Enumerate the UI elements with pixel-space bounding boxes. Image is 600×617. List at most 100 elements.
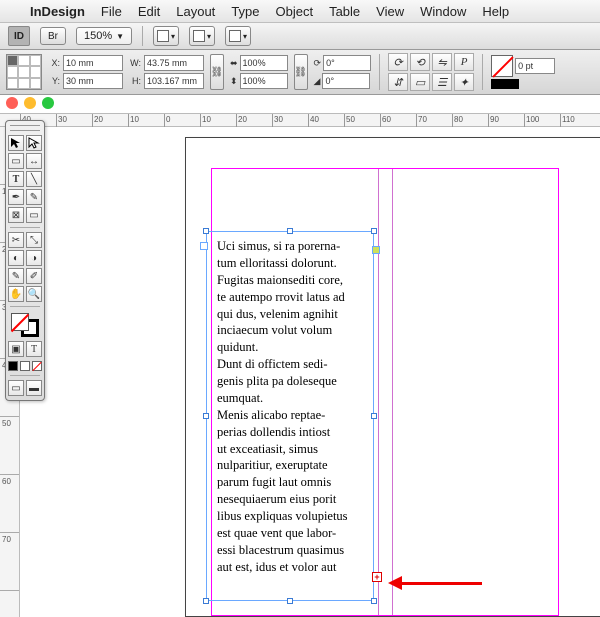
distribute-button[interactable]: ☰ bbox=[432, 73, 452, 91]
transform-tools-group: ⟳ ⟲ ⇋ P ⇵ ▭ ☰ ✦ bbox=[388, 53, 474, 91]
menu-file[interactable]: File bbox=[101, 4, 122, 19]
close-window-button[interactable] bbox=[6, 97, 18, 109]
hand-tool[interactable]: ✋ bbox=[8, 286, 24, 302]
rotate-cw-button[interactable]: ⟳ bbox=[388, 53, 408, 71]
overset-text-indicator[interactable]: + bbox=[372, 572, 382, 582]
shear-field[interactable]: 0° bbox=[322, 73, 370, 89]
gradient-feather-tool[interactable]: ◑ bbox=[26, 250, 42, 266]
frame-handle[interactable] bbox=[371, 228, 377, 234]
bridge-button[interactable]: Br bbox=[40, 27, 66, 45]
flip-h-button[interactable]: ⇋ bbox=[432, 53, 452, 71]
pen-tool[interactable]: ✒ bbox=[8, 189, 24, 205]
frame-handle[interactable] bbox=[287, 228, 293, 234]
menu-table[interactable]: Table bbox=[329, 4, 360, 19]
apply-color-button[interactable] bbox=[8, 361, 18, 371]
divider bbox=[10, 375, 40, 376]
screen-mode-dropdown[interactable] bbox=[189, 26, 215, 46]
text-out-port-top[interactable] bbox=[372, 246, 380, 254]
divider bbox=[10, 306, 40, 307]
note-tool[interactable]: ✎ bbox=[8, 268, 24, 284]
stroke-style-dropdown[interactable] bbox=[491, 79, 519, 89]
reference-point-selector[interactable] bbox=[6, 54, 42, 90]
text-frame-content: Uci simus, si ra porerna- tum elloritass… bbox=[207, 232, 373, 576]
rotation-field[interactable]: 0° bbox=[323, 55, 371, 71]
app-name[interactable]: InDesign bbox=[30, 4, 85, 19]
frame-handle[interactable] bbox=[203, 413, 209, 419]
rectangle-frame-tool[interactable]: ⊠ bbox=[8, 207, 24, 223]
effects-button[interactable]: ✦ bbox=[454, 73, 474, 91]
page-tool[interactable]: ▭ bbox=[8, 153, 24, 169]
constrain-scale-toggle[interactable]: ⛓ bbox=[294, 54, 308, 90]
screen-icon bbox=[193, 30, 205, 42]
menu-layout[interactable]: Layout bbox=[176, 4, 215, 19]
menu-window[interactable]: Window bbox=[420, 4, 466, 19]
frame-handle[interactable] bbox=[371, 598, 377, 604]
divider bbox=[10, 227, 40, 228]
zoom-level-dropdown[interactable]: 150%▼ bbox=[76, 27, 132, 45]
annotation-arrow bbox=[388, 576, 482, 590]
tools-panel[interactable]: ▭ ↔ T ╲ ✒ ✎ ⊠ ▭ ✂ ⤡ ◐ ◑ ✎ ✐ ✋ 🔍 ▣ T bbox=[5, 120, 45, 401]
rectangle-tool[interactable]: ▭ bbox=[26, 207, 42, 223]
w-label: W: bbox=[129, 58, 141, 68]
scale-x-field[interactable]: 100% bbox=[240, 55, 288, 71]
divider bbox=[379, 54, 380, 90]
constrain-wh-toggle[interactable]: ⛓ bbox=[210, 54, 224, 90]
menu-type[interactable]: Type bbox=[231, 4, 259, 19]
chevron-down-icon: ▼ bbox=[116, 32, 124, 41]
view-options-dropdown[interactable] bbox=[153, 26, 179, 46]
eyedropper-tool[interactable]: ✐ bbox=[26, 268, 42, 284]
scale-y-field[interactable]: 100% bbox=[240, 73, 288, 89]
pencil-tool[interactable]: ✎ bbox=[26, 189, 42, 205]
w-field[interactable]: 43.75 mm bbox=[144, 55, 204, 71]
gradient-tool[interactable]: ◐ bbox=[8, 250, 24, 266]
frame-handle[interactable] bbox=[203, 228, 209, 234]
fill-stroke-swatch[interactable] bbox=[11, 313, 39, 337]
x-field[interactable]: 10 mm bbox=[63, 55, 123, 71]
fill-swatch[interactable] bbox=[491, 55, 513, 77]
zoom-tool[interactable]: 🔍 bbox=[26, 286, 42, 302]
scale-y-icon: ⬍ bbox=[230, 76, 238, 87]
frame-handle[interactable] bbox=[371, 413, 377, 419]
formatting-text-toggle[interactable]: T bbox=[26, 341, 42, 357]
shear-icon: ◢ bbox=[314, 76, 321, 87]
column-guide bbox=[378, 169, 379, 615]
h-label: H: bbox=[129, 76, 141, 86]
rotate-ccw-button[interactable]: ⟲ bbox=[410, 53, 430, 71]
selection-tool[interactable] bbox=[8, 135, 24, 151]
view-mode-normal[interactable]: ▭ bbox=[8, 380, 24, 396]
y-label: Y: bbox=[48, 76, 60, 86]
minimize-window-button[interactable] bbox=[24, 97, 36, 109]
menu-edit[interactable]: Edit bbox=[138, 4, 160, 19]
stroke-weight-field[interactable]: 0 pt bbox=[515, 58, 555, 74]
arrange-dropdown[interactable] bbox=[225, 26, 251, 46]
apply-none-button[interactable] bbox=[32, 361, 42, 371]
divider bbox=[482, 54, 483, 90]
type-tool[interactable]: T bbox=[8, 171, 24, 187]
formatting-container-toggle[interactable]: ▣ bbox=[8, 341, 24, 357]
text-frame[interactable]: Uci simus, si ra porerna- tum elloritass… bbox=[206, 231, 374, 601]
canvas[interactable]: Uci simus, si ra porerna- tum elloritass… bbox=[20, 127, 600, 617]
direct-selection-tool[interactable] bbox=[26, 135, 42, 151]
view-mode-preview[interactable]: ▬ bbox=[26, 380, 42, 396]
scissors-tool[interactable]: ✂ bbox=[8, 232, 24, 248]
gap-tool[interactable]: ↔ bbox=[26, 153, 42, 169]
frame-handle[interactable] bbox=[203, 598, 209, 604]
flip-v-button[interactable]: ⇵ bbox=[388, 73, 408, 91]
menu-object[interactable]: Object bbox=[276, 4, 314, 19]
menu-view[interactable]: View bbox=[376, 4, 404, 19]
line-tool[interactable]: ╲ bbox=[26, 171, 42, 187]
fill-color[interactable] bbox=[11, 313, 29, 331]
column-guide bbox=[392, 169, 393, 615]
frame-handle[interactable] bbox=[287, 598, 293, 604]
char-style-p[interactable]: P bbox=[454, 53, 474, 71]
panel-grip[interactable] bbox=[10, 125, 40, 131]
y-field[interactable]: 30 mm bbox=[63, 73, 123, 89]
zoom-window-button[interactable] bbox=[42, 97, 54, 109]
free-transform-tool[interactable]: ⤡ bbox=[26, 232, 42, 248]
text-in-port[interactable] bbox=[200, 242, 208, 250]
ruler-horizontal[interactable]: 403020100102030405060708090100110 bbox=[0, 113, 600, 127]
apply-gradient-button[interactable] bbox=[20, 361, 30, 371]
align-button[interactable]: ▭ bbox=[410, 73, 430, 91]
menu-help[interactable]: Help bbox=[482, 4, 509, 19]
h-field[interactable]: 103.167 mm bbox=[144, 73, 204, 89]
